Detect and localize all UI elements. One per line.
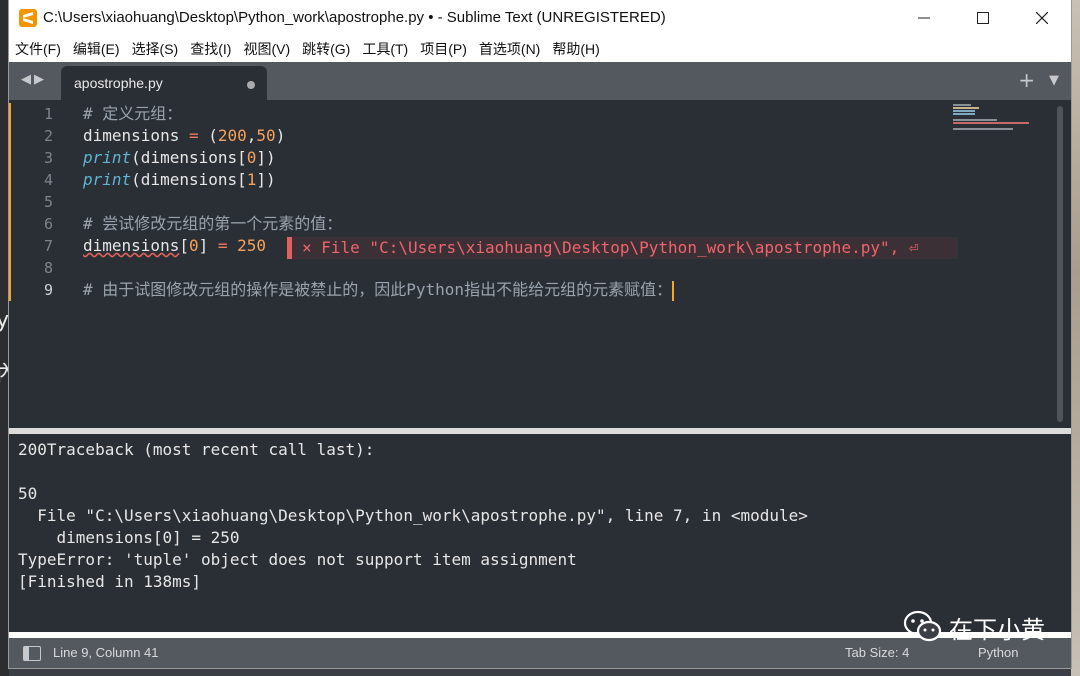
code-editor[interactable]: 1 # 定义元组： 2 dimensions = (200,50) 3 prin… xyxy=(9,100,1071,428)
line-number: 5 xyxy=(43,193,53,211)
title-bar[interactable]: C:\Users\xiaohuang\Desktop\Python_work\a… xyxy=(9,0,1071,36)
line-number: 8 xyxy=(43,259,53,277)
code-text: dimensions[0] = 250 xyxy=(83,236,267,255)
tab-apostrophe-py[interactable]: apostrophe.py xyxy=(61,66,267,100)
code-text: print(dimensions[0]) xyxy=(83,148,276,167)
code-text: dimensions = (200,50) xyxy=(83,126,286,145)
sublime-window: C:\Users\xiaohuang\Desktop\Python_work\a… xyxy=(9,0,1071,668)
code-line: 8 xyxy=(9,257,1071,279)
code-text: # 尝试修改元组的第一个元素的值： xyxy=(83,214,343,233)
text-cursor xyxy=(672,280,675,301)
code-line-active: 9 # 由于试图修改元组的操作是被禁止的，因此Python指出不能给元组的元素赋… xyxy=(9,279,1071,301)
maximize-button[interactable] xyxy=(954,0,1012,36)
sublime-text-icon xyxy=(19,9,37,27)
desktop-text: у xyxy=(0,308,10,333)
tab-size-selector[interactable]: Tab Size: 4 xyxy=(845,645,909,660)
error-phantom-text: × File "C:\Users\xiaohuang\Desktop\Pytho… xyxy=(302,238,919,257)
line-number: 4 xyxy=(43,171,53,189)
menu-bar: 文件(F) 编辑(E) 选择(S) 查找(I) 视图(V) 跳转(G) 工具(T) 项目(P)… xyxy=(9,36,1071,62)
close-button[interactable] xyxy=(1013,0,1071,36)
line-number: 7 xyxy=(43,237,53,255)
code-line: 5 xyxy=(9,191,1071,213)
menu-preferences[interactable]: 首选项(N) xyxy=(473,36,546,62)
line-number: 9 xyxy=(43,281,53,299)
panel-toggle-icon[interactable] xyxy=(23,646,41,661)
line-number: 6 xyxy=(43,215,53,233)
output-line: 50 xyxy=(18,484,38,503)
output-line: TypeError: 'tuple' object does not suppo… xyxy=(18,550,577,569)
minimize-button[interactable] xyxy=(895,0,953,36)
output-line: [Finished in 138ms] xyxy=(18,572,202,591)
menu-file[interactable]: 文件(F) xyxy=(9,36,67,62)
code-line: 6 # 尝试修改元组的第一个元素的值： xyxy=(9,213,1071,235)
output-line: dimensions[0] = 250 xyxy=(18,528,240,547)
line-number: 1 xyxy=(43,105,53,123)
wechat-logo-icon xyxy=(903,610,942,642)
watermark-text: 在下小黄 xyxy=(949,616,1045,644)
output-line: File "C:\Users\xiaohuang\Desktop\Python_… xyxy=(18,506,808,525)
window-title: C:\Users\xiaohuang\Desktop\Python_work\a… xyxy=(43,9,666,26)
tab-label: apostrophe.py xyxy=(74,75,163,91)
code-line: 1 # 定义元组： xyxy=(9,103,1071,125)
menu-tools[interactable]: 工具(T) xyxy=(356,36,414,62)
menu-view[interactable]: 视图(V) xyxy=(237,36,296,62)
menu-edit[interactable]: 编辑(E) xyxy=(67,36,126,62)
code-text: # 由于试图修改元组的操作是被禁止的，因此Python指出不能给元组的元素赋值： xyxy=(83,280,675,301)
tab-list-chevron-down-icon[interactable]: ▼ xyxy=(1049,73,1059,88)
desktop-background-right xyxy=(1071,0,1080,676)
error-phantom[interactable]: × File "C:\Users\xiaohuang\Desktop\Pytho… xyxy=(287,237,958,259)
menu-help[interactable]: 帮助(H) xyxy=(546,36,605,62)
code-line: 3 print(dimensions[0]) xyxy=(9,147,1071,169)
tab-bar: ◀▶ apostrophe.py + ▼ xyxy=(9,62,1071,100)
syntax-selector[interactable]: Python xyxy=(978,645,1018,660)
menu-selection[interactable]: 选择(S) xyxy=(126,36,185,62)
line-number: 3 xyxy=(43,149,53,167)
line-number: 2 xyxy=(43,127,53,145)
code-line: 4 print(dimensions[1]) xyxy=(9,169,1071,191)
menu-find[interactable]: 查找(I) xyxy=(184,36,237,62)
code-text: # 定义元组： xyxy=(83,104,183,123)
tab-nav-arrows-icon[interactable]: ◀▶ xyxy=(21,72,47,87)
desktop-background-left: у 內 i xyxy=(0,0,18,676)
output-line: 200Traceback (most recent call last): xyxy=(18,440,375,459)
code-line: 2 dimensions = (200,50) xyxy=(9,125,1071,147)
code-text: print(dimensions[1]) xyxy=(83,170,276,189)
build-output-panel[interactable]: 200Traceback (most recent call last): 50… xyxy=(9,434,1071,632)
desktop-text: i xyxy=(0,540,1,561)
menu-goto[interactable]: 跳转(G) xyxy=(296,36,356,62)
unsaved-dot-icon[interactable] xyxy=(247,81,255,89)
cursor-position[interactable]: Line 9, Column 41 xyxy=(53,645,159,660)
minimap[interactable] xyxy=(953,104,1031,130)
new-tab-plus-icon[interactable]: + xyxy=(1018,68,1035,92)
editor-scrollbar[interactable] xyxy=(1057,106,1063,422)
menu-project[interactable]: 项目(P) xyxy=(414,36,473,62)
